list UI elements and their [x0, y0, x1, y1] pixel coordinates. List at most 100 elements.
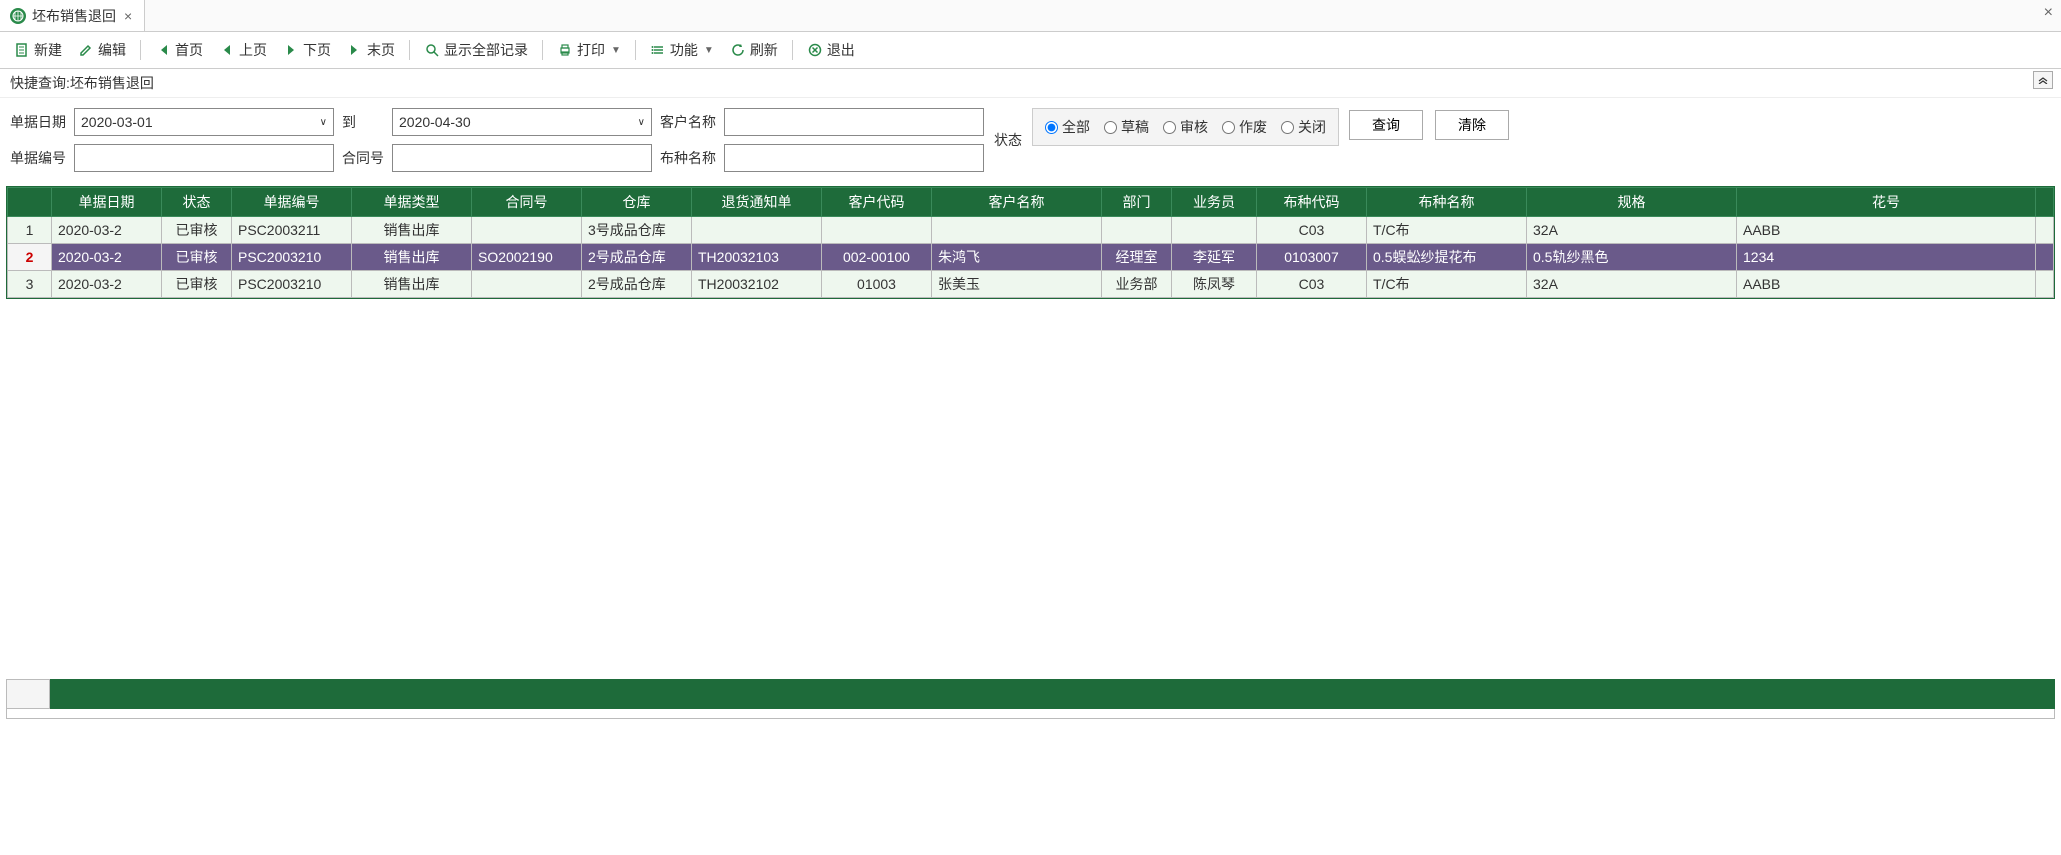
function-button[interactable]: 功能 ▼	[644, 38, 720, 62]
cell[interactable]: 朱鸿飞	[932, 244, 1102, 271]
cell[interactable]: C03	[1257, 271, 1367, 298]
cell[interactable]: 2号成品仓库	[582, 244, 692, 271]
new-button[interactable]: 新建	[8, 38, 68, 62]
tab-active[interactable]: 坯布销售退回 ×	[0, 0, 145, 31]
cell[interactable]: T/C布	[1367, 271, 1527, 298]
print-button[interactable]: 打印 ▼	[551, 38, 627, 62]
cell[interactable]: AABB	[1737, 271, 2036, 298]
cell[interactable]: 002-00100	[822, 244, 932, 271]
col-header[interactable]: 单据编号	[232, 188, 352, 217]
cell[interactable]: 2号成品仓库	[582, 271, 692, 298]
cell[interactable]	[822, 217, 932, 244]
fabric-input[interactable]	[724, 144, 984, 172]
cell[interactable]: C03	[1257, 217, 1367, 244]
cell[interactable]: 3号成品仓库	[582, 217, 692, 244]
rownum-header[interactable]	[8, 188, 52, 217]
rownum-cell[interactable]: 3	[8, 271, 52, 298]
cell[interactable]	[472, 217, 582, 244]
col-header[interactable]: 合同号	[472, 188, 582, 217]
first-page-button[interactable]: 首页	[149, 38, 209, 62]
col-header[interactable]: 布种代码	[1257, 188, 1367, 217]
rownum-cell[interactable]: 1	[8, 217, 52, 244]
cell[interactable]: PSC2003210	[232, 271, 352, 298]
status-void[interactable]: 作废	[1222, 117, 1267, 137]
clear-button[interactable]: 清除	[1435, 110, 1509, 140]
cell[interactable]: SO2002190	[472, 244, 582, 271]
cell[interactable]: 0.5蜈蚣纱提花布	[1367, 244, 1527, 271]
col-header[interactable]: 部门	[1102, 188, 1172, 217]
col-header[interactable]: 状态	[162, 188, 232, 217]
cust-name-input[interactable]	[724, 108, 984, 136]
cell[interactable]: 业务部	[1102, 271, 1172, 298]
cell[interactable]: 销售出库	[352, 271, 472, 298]
doc-no-input[interactable]	[74, 144, 334, 172]
date-from-input[interactable]: 2020-03-01 ∨	[74, 108, 334, 136]
toolbar-separator	[635, 40, 636, 60]
tab-close-icon[interactable]: ×	[122, 8, 134, 24]
col-header[interactable]: 单据类型	[352, 188, 472, 217]
table-row[interactable]: 22020-03-2已审核PSC2003210销售出库SO20021902号成品…	[8, 244, 2054, 271]
cell[interactable]: 销售出库	[352, 244, 472, 271]
status-draft[interactable]: 草稿	[1104, 117, 1149, 137]
cell[interactable]: 32A	[1527, 217, 1737, 244]
cell[interactable]	[1172, 217, 1257, 244]
cell[interactable]: 张美玉	[932, 271, 1102, 298]
cell[interactable]: PSC2003211	[232, 217, 352, 244]
col-header[interactable]: 客户名称	[932, 188, 1102, 217]
cell[interactable]: 经理室	[1102, 244, 1172, 271]
cell[interactable]: T/C布	[1367, 217, 1527, 244]
cell[interactable]: 已审核	[162, 217, 232, 244]
cell[interactable]: 1234	[1737, 244, 2036, 271]
cell[interactable]	[1102, 217, 1172, 244]
cell[interactable]: TH20032103	[692, 244, 822, 271]
cell[interactable]	[692, 217, 822, 244]
cell[interactable]: 0103007	[1257, 244, 1367, 271]
col-header[interactable]: 客户代码	[822, 188, 932, 217]
col-header[interactable]: 仓库	[582, 188, 692, 217]
status-all[interactable]: 全部	[1045, 117, 1090, 137]
table-row[interactable]: 12020-03-2已审核PSC2003211销售出库 3号成品仓库 C03T/C布…	[8, 217, 2054, 244]
cell[interactable]: AABB	[1737, 217, 2036, 244]
contract-input[interactable]	[392, 144, 652, 172]
edit-button[interactable]: 编辑	[72, 38, 132, 62]
cell[interactable]: 销售出库	[352, 217, 472, 244]
rownum-cell[interactable]: 2	[8, 244, 52, 271]
cell[interactable]: TH20032102	[692, 271, 822, 298]
table-row[interactable]: 32020-03-2已审核PSC2003210销售出库 2号成品仓库TH20032…	[8, 271, 2054, 298]
next-page-button[interactable]: 下页	[277, 38, 337, 62]
refresh-button[interactable]: 刷新	[724, 38, 784, 62]
col-header[interactable]: 布种名称	[1367, 188, 1527, 217]
col-header[interactable]: 花号	[1737, 188, 2036, 217]
col-header[interactable]: 规格	[1527, 188, 1737, 217]
query-button[interactable]: 查询	[1349, 110, 1423, 140]
status-closed[interactable]: 关闭	[1281, 117, 1326, 137]
cell[interactable]: 0.5轨纱黑色	[1527, 244, 1737, 271]
window-close-icon[interactable]: ×	[2044, 4, 2053, 22]
last-page-icon	[347, 42, 363, 58]
prev-page-button[interactable]: 上页	[213, 38, 273, 62]
last-page-button[interactable]: 末页	[341, 38, 401, 62]
cell[interactable]	[932, 217, 1102, 244]
cell[interactable]: 01003	[822, 271, 932, 298]
cell[interactable]: 李延军	[1172, 244, 1257, 271]
cell[interactable]: 已审核	[162, 271, 232, 298]
cell[interactable]: 2020-03-2	[52, 244, 162, 271]
cell[interactable]: 2020-03-2	[52, 271, 162, 298]
list-icon	[650, 42, 666, 58]
cell[interactable]: 2020-03-2	[52, 217, 162, 244]
show-all-button[interactable]: 显示全部记录	[418, 38, 534, 62]
status-audited[interactable]: 审核	[1163, 117, 1208, 137]
cell[interactable]: 32A	[1527, 271, 1737, 298]
date-to-input[interactable]: 2020-04-30 ∨	[392, 108, 652, 136]
table-footer	[6, 679, 2055, 709]
exit-button[interactable]: 退出	[801, 38, 861, 62]
cell[interactable]: 已审核	[162, 244, 232, 271]
col-header[interactable]: 退货通知单	[692, 188, 822, 217]
cell[interactable]	[472, 271, 582, 298]
col-header[interactable]: 业务员	[1172, 188, 1257, 217]
cell[interactable]: PSC2003210	[232, 244, 352, 271]
col-header[interactable]: 单据日期	[52, 188, 162, 217]
cell[interactable]: 陈凤琴	[1172, 271, 1257, 298]
collapse-toggle[interactable]	[2033, 71, 2053, 89]
last-label: 末页	[367, 40, 395, 60]
